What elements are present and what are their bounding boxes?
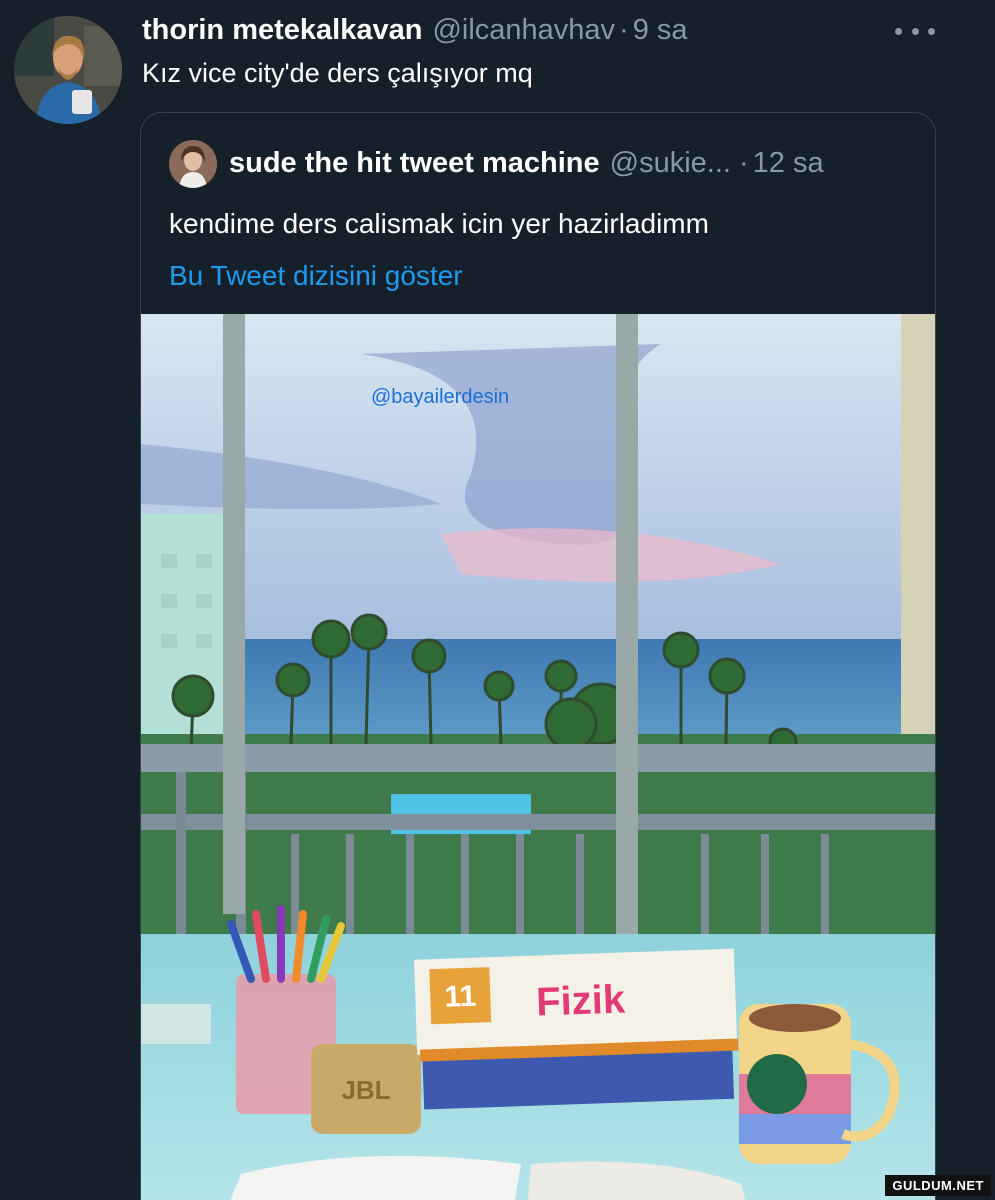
quoted-tweet-text: kendime ders calismak icin yer hazirladi…: [169, 208, 709, 239]
more-dots-icon[interactable]: [895, 18, 935, 44]
photo-watermark: @bayailerdesin: [371, 386, 510, 408]
user-handle[interactable]: @ilcanhavhav: [432, 14, 615, 47]
show-thread-link[interactable]: Bu Tweet dizisini göster: [169, 260, 463, 292]
tweet-header: thorin metekalkavan @ilcanhavhav · 9 sa: [142, 14, 935, 50]
quoted-tweet-header: sude the hit tweet machine @sukie... · 1…: [229, 147, 824, 180]
separator-dot: ·: [619, 14, 629, 46]
tweet-timestamp[interactable]: 9 sa: [633, 14, 688, 47]
tweet[interactable]: thorin metekalkavan @ilcanhavhav · 9 sa …: [0, 0, 995, 1200]
tweet-text: Kız vice city'de ders çalışıyor mq: [142, 58, 533, 88]
site-watermark-badge: GULDUM.NET: [885, 1175, 991, 1196]
tweet-photo[interactable]: JBL 11 Fizik @bayailerdesin: [141, 314, 935, 1200]
quoted-user-avatar: [169, 140, 217, 188]
svg-text:11: 11: [444, 980, 477, 1014]
svg-text:JBL: JBL: [341, 1075, 390, 1105]
quoted-timestamp: 12 sa: [752, 147, 824, 179]
user-avatar[interactable]: [14, 16, 122, 124]
display-name[interactable]: thorin metekalkavan: [142, 14, 422, 47]
svg-text:Fizik: Fizik: [535, 977, 626, 1024]
separator-dot: ·: [738, 147, 749, 179]
quoted-tweet[interactable]: sude the hit tweet machine @sukie... · 1…: [140, 112, 936, 1200]
quoted-user-handle: @sukie...: [609, 147, 731, 179]
quoted-display-name: sude the hit tweet machine: [229, 147, 600, 179]
